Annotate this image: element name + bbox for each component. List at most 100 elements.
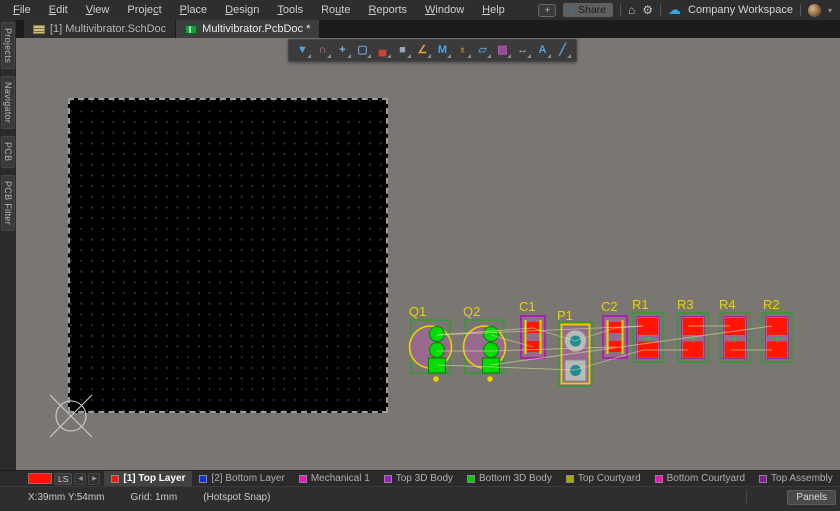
layer-tab-label: Top 3D Body xyxy=(396,473,453,484)
designator-r1: R1 xyxy=(632,297,649,312)
place-via-icon[interactable]: ♁ xyxy=(453,40,472,61)
altium-pcb-editor-window: FileEditViewProjectPlaceDesignToolsRoute… xyxy=(0,0,840,511)
share-button[interactable]: ▸ Share xyxy=(563,3,613,17)
designator-q1: Q1 xyxy=(409,304,426,319)
workarea: Q1Q2C1P1C2R1R3R4R2 ▼∩+▢▄■∠M♁▱▨↔A╱ xyxy=(0,38,840,470)
board-origin-marker xyxy=(50,395,92,437)
separator xyxy=(660,4,661,16)
menu-edit[interactable]: Edit xyxy=(40,0,77,20)
sidebar-tab-navigator[interactable]: Navigator xyxy=(1,76,15,129)
layer-tab-bottom-courtyard[interactable]: Bottom Courtyard xyxy=(648,471,752,487)
settings-gear-icon[interactable]: ⚙ xyxy=(642,0,653,20)
layer-tab-label: Top Assembly xyxy=(771,473,833,484)
layer-tabs: [1] Top Layer [2] Bottom Layer Mechanical … xyxy=(104,471,840,487)
layer-bar-left-cluster: LS ◀ ▶ xyxy=(0,473,100,485)
select-area-icon[interactable]: ▢ xyxy=(353,40,372,61)
menubar-right-cluster: + ▸ Share ⌂ ⚙ ☁ Company Workspace ▾ xyxy=(538,0,840,20)
filter-icon[interactable]: ▼ xyxy=(293,40,312,61)
share-button-label: Share xyxy=(578,4,606,16)
layer-tab--1-top-layer[interactable]: [1] Top Layer xyxy=(104,471,192,487)
layer-tab-bottom-3d-body[interactable]: Bottom 3D Body xyxy=(460,471,559,487)
menu-tools[interactable]: Tools xyxy=(268,0,312,20)
sidebar-tab-pcb[interactable]: PCB xyxy=(1,136,15,167)
place-dimension-icon[interactable]: ↔ xyxy=(513,40,532,61)
place-fill-icon[interactable]: ■ xyxy=(393,40,412,61)
scroll-layers-right-button[interactable]: ▶ xyxy=(88,473,100,485)
layer-tab-top-3d-body[interactable]: Top 3D Body xyxy=(377,471,460,487)
place-line-icon[interactable]: ╱ xyxy=(553,40,572,61)
comment-plus-icon: + xyxy=(545,5,550,15)
designator-c1: C1 xyxy=(519,299,536,314)
menubar: FileEditViewProjectPlaceDesignToolsRoute… xyxy=(0,0,840,20)
component-r1[interactable] xyxy=(633,313,663,362)
menu-route[interactable]: Route xyxy=(312,0,359,20)
sidebar-tab-projects[interactable]: Projects xyxy=(1,22,15,69)
layer-tab-label: Bottom Courtyard xyxy=(667,473,745,484)
component-r2[interactable] xyxy=(762,313,792,362)
layer-tab-label: Top Courtyard xyxy=(578,473,641,484)
sidebar-tab-pcb-filter[interactable]: PCB Filter xyxy=(1,175,15,231)
scroll-layers-left-button[interactable]: ◀ xyxy=(74,473,86,485)
layer-tab-top-assembly[interactable]: Top Assembly xyxy=(752,471,840,487)
menu-reports[interactable]: Reports xyxy=(359,0,416,20)
menu-design[interactable]: Design xyxy=(216,0,268,20)
comment-button[interactable]: + xyxy=(538,4,556,17)
tune-length-icon[interactable]: M xyxy=(433,40,452,61)
doc-tab-label: Multivibrator.PcbDoc * xyxy=(202,23,310,35)
layer-sets-button[interactable]: LS xyxy=(54,473,72,485)
layer-color-swatch xyxy=(384,475,392,483)
separator xyxy=(800,4,801,16)
active-bar-toolbar: ▼∩+▢▄■∠M♁▱▨↔A╱ xyxy=(288,39,577,62)
place-polygon-icon[interactable]: ▱ xyxy=(473,40,492,61)
component-c1[interactable] xyxy=(521,316,545,358)
layer-color-swatch xyxy=(655,475,663,483)
place-string-icon[interactable]: A xyxy=(533,40,552,61)
layer-tab-label: [2] Bottom Layer xyxy=(211,473,284,484)
doc-tab-schdoc[interactable]: [1] Multivibrator.SchDoc xyxy=(24,20,175,38)
current-layer-color-swatch xyxy=(28,473,52,484)
menu-list: FileEditViewProjectPlaceDesignToolsRoute… xyxy=(0,0,514,20)
cloud-workspace-icon: ☁ xyxy=(668,2,681,18)
menu-place[interactable]: Place xyxy=(171,0,217,20)
layer-color-swatch xyxy=(566,475,574,483)
layer-tab-label: Bottom 3D Body xyxy=(479,473,552,484)
component-r4[interactable] xyxy=(720,313,750,362)
grid-setting: Grid: 1mm xyxy=(131,490,178,505)
layer-color-swatch xyxy=(111,475,119,483)
place-region-icon[interactable]: ▨ xyxy=(493,40,512,61)
layer-tab-top-courtyard[interactable]: Top Courtyard xyxy=(559,471,648,487)
layer-tab-bar: LS ◀ ▶ [1] Top Layer [2] Bottom Layer Mech… xyxy=(0,470,840,486)
layer-color-swatch xyxy=(299,475,307,483)
component-p1[interactable] xyxy=(559,322,592,386)
menu-project[interactable]: Project xyxy=(118,0,170,20)
designator-p1: P1 xyxy=(557,308,573,323)
snap-status: (Hotspot Snap) xyxy=(203,490,270,505)
designator-r3: R3 xyxy=(677,297,694,312)
layer-tab-mechanical-1[interactable]: Mechanical 1 xyxy=(292,471,377,487)
status-bar: X:39mm Y:54mm Grid: 1mm (Hotspot Snap) P… xyxy=(0,486,840,511)
doc-tab-label: [1] Multivibrator.SchDoc xyxy=(50,23,166,35)
user-avatar[interactable] xyxy=(808,4,821,17)
menu-file[interactable]: File xyxy=(4,0,40,20)
pcb-canvas[interactable]: Q1Q2C1P1C2R1R3R4R2 ▼∩+▢▄■∠M♁▱▨↔A╱ xyxy=(16,38,840,470)
workspace-name[interactable]: Company Workspace xyxy=(688,4,793,16)
panels-button[interactable]: Panels xyxy=(787,490,836,505)
menu-window[interactable]: Window xyxy=(416,0,473,20)
layer-tab-label: Mechanical 1 xyxy=(311,473,370,484)
layer-tab--2-bottom-layer[interactable]: [2] Bottom Layer xyxy=(192,471,291,487)
home-icon[interactable]: ⌂ xyxy=(628,0,635,20)
component-r3[interactable] xyxy=(678,313,708,362)
interactive-route-icon[interactable]: ∠ xyxy=(413,40,432,61)
separator xyxy=(620,4,621,16)
move-icon[interactable]: + xyxy=(333,40,352,61)
user-menu-caret-icon[interactable]: ▾ xyxy=(828,6,832,15)
snap-magnet-icon[interactable]: ∩ xyxy=(313,40,332,61)
place-pad-icon[interactable]: ▄ xyxy=(373,40,392,61)
component-c2[interactable] xyxy=(603,316,627,358)
cursor-position: X:39mm Y:54mm xyxy=(28,490,105,505)
pcbdoc-icon xyxy=(185,25,197,34)
menu-help[interactable]: Help xyxy=(473,0,514,20)
doc-tab-pcbdoc[interactable]: Multivibrator.PcbDoc * xyxy=(176,20,319,38)
menu-view[interactable]: View xyxy=(77,0,119,20)
layer-color-swatch xyxy=(199,475,207,483)
